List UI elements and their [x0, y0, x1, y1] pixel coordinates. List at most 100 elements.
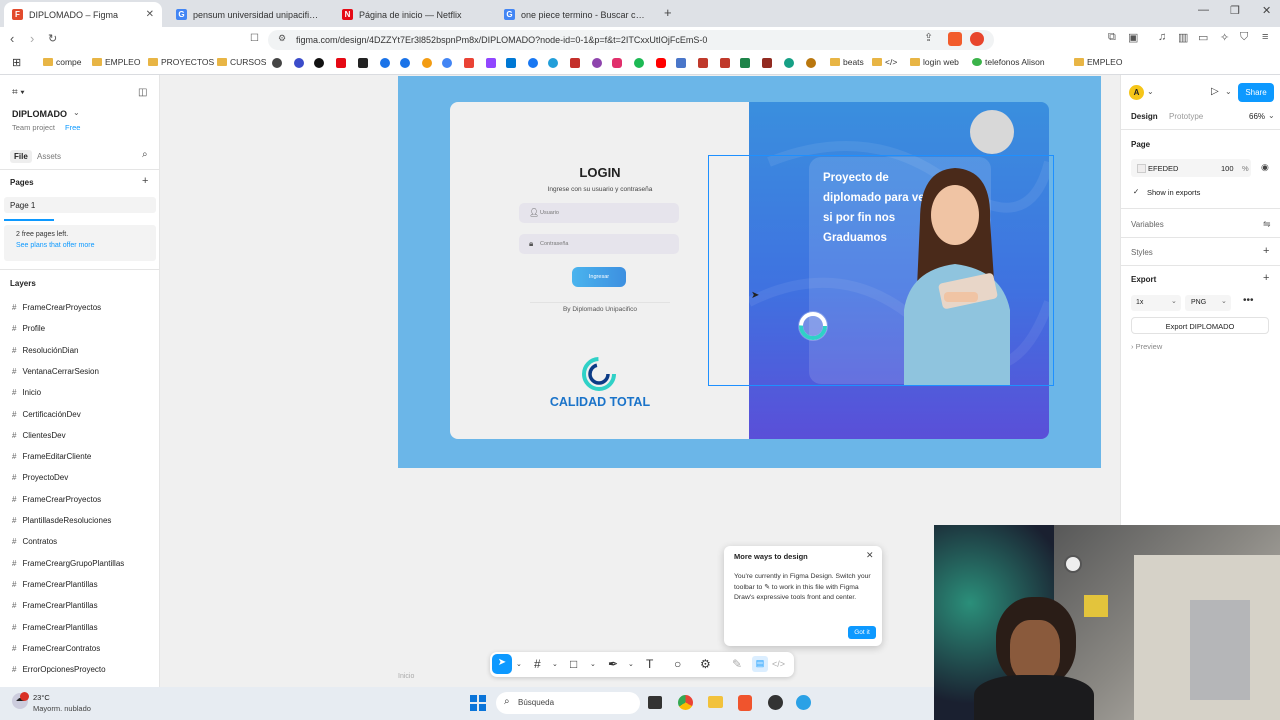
layer-item[interactable]: # Inicio	[12, 388, 41, 397]
export-button[interactable]: Export DIPLOMADO	[1131, 317, 1269, 334]
layer-item[interactable]: # FrameCrearPlantillas	[12, 580, 98, 589]
chevron-down-icon[interactable]: ⌄	[73, 108, 80, 117]
taskbar-search[interactable]: ⌕ Búsqueda	[496, 692, 640, 714]
bookmark-login-web[interactable]: login web	[910, 57, 959, 67]
frame-tool-icon[interactable]: #	[534, 657, 541, 671]
netflix-icon[interactable]	[336, 58, 346, 68]
site-icon[interactable]	[698, 58, 708, 68]
menu-icon[interactable]: ≡	[1262, 31, 1268, 43]
tab-google-onepiece[interactable]: G one piece termino - Buscar con Goo	[496, 2, 656, 27]
bookmark-compe[interactable]: compe	[43, 57, 82, 67]
site-icon[interactable]	[272, 58, 282, 68]
chevron-down-icon[interactable]: ⌄	[628, 660, 634, 668]
toggle-panel-icon[interactable]: ◫	[138, 87, 147, 98]
music-icon[interactable]: ♫	[1158, 31, 1166, 43]
move-tool-icon[interactable]: ➤	[492, 654, 512, 674]
close-icon[interactable]: ✕	[866, 550, 874, 561]
design-mode-icon[interactable]: ▤	[752, 656, 768, 672]
layer-item[interactable]: # FrameCreargGrupoPlantillas	[12, 559, 124, 568]
chevron-down-icon[interactable]: ⌄	[552, 660, 558, 668]
brave-shield-icon[interactable]	[948, 32, 962, 46]
export-format-select[interactable]: PNG ⌄	[1185, 295, 1231, 311]
wallet-icon[interactable]: ▭	[1198, 31, 1208, 44]
layer-item[interactable]: # PlantillasdeResoluciones	[12, 516, 111, 525]
password-input[interactable]: 🔒︎ Contraseña	[519, 234, 679, 254]
site-icon[interactable]	[676, 58, 686, 68]
bookmark-icon[interactable]: ☐	[250, 33, 259, 44]
bookmark-code[interactable]: </>	[872, 57, 897, 67]
task-view-icon[interactable]	[648, 696, 662, 709]
layer-item[interactable]: # FrameCrearContratos	[12, 644, 100, 653]
layer-item[interactable]: # VentanaCerrarSesion	[12, 367, 99, 376]
site-icon[interactable]	[806, 58, 816, 68]
bookmark-telefonos[interactable]: telefonos Alison	[972, 57, 1045, 67]
site-icon[interactable]	[592, 58, 602, 68]
site-icon[interactable]	[358, 58, 368, 68]
twitch-icon[interactable]	[486, 58, 496, 68]
dev-mode-icon[interactable]: </>	[772, 659, 785, 669]
draw-mode-icon[interactable]: ✎	[732, 657, 742, 671]
comment-tool-icon[interactable]: ○	[674, 657, 681, 671]
share-button[interactable]: Share	[1238, 83, 1274, 102]
zoom-level[interactable]: 66%	[1249, 112, 1265, 121]
app-icon[interactable]	[768, 695, 783, 710]
layer-item[interactable]: # FrameCrearPlantillas	[12, 601, 98, 610]
actions-tool-icon[interactable]: ⚙	[700, 657, 711, 671]
variables-icon[interactable]: ⇋	[1263, 219, 1271, 230]
page-color-field[interactable]: EFEDED 100 %	[1131, 159, 1251, 177]
layer-item[interactable]: # FrameCrearPlantillas	[12, 623, 98, 632]
eye-icon[interactable]: ◉	[1261, 162, 1269, 173]
facebook-icon[interactable]	[528, 58, 538, 68]
tab-design[interactable]: Design	[1131, 112, 1158, 121]
share-page-icon[interactable]: ⇪	[924, 31, 933, 44]
screenshot-icon[interactable]: ▣	[1128, 31, 1138, 44]
variables-title[interactable]: Variables	[1131, 220, 1164, 229]
layer-item[interactable]: # ErrorOpcionesProyecto	[12, 665, 106, 674]
minimize-icon[interactable]: —	[1198, 4, 1209, 16]
layer-item[interactable]: # FrameEditarCliente	[12, 452, 91, 461]
layer-item[interactable]: # CertificaciónDev	[12, 410, 81, 419]
site-info-icon[interactable]: ⚙	[278, 33, 286, 44]
telegram-icon[interactable]	[548, 58, 558, 68]
search-icon[interactable]: ⌕	[142, 149, 148, 160]
outlook-icon[interactable]	[506, 58, 516, 68]
add-export-icon[interactable]: +	[1263, 272, 1269, 284]
site-icon[interactable]	[380, 58, 390, 68]
app-icon[interactable]	[796, 695, 811, 710]
pen-tool-icon[interactable]: ✒	[608, 657, 618, 671]
vpn-icon[interactable]: ⛉	[1240, 31, 1248, 44]
extensions-icon[interactable]: ⧉	[1108, 31, 1116, 44]
address-bar[interactable]: figma.com/design/4DZZYt7Er3l852bspnPm8x/…	[268, 30, 994, 50]
bookmark-empleo[interactable]: EMPLEO	[92, 57, 140, 67]
brave-icon[interactable]	[738, 695, 752, 711]
site-icon[interactable]	[294, 58, 304, 68]
windows-start-icon[interactable]	[470, 695, 486, 711]
site-icon[interactable]	[720, 58, 730, 68]
tab-netflix[interactable]: N Página de inicio — Netflix	[334, 2, 494, 27]
file-name[interactable]: DIPLOMADO	[12, 109, 67, 119]
shape-tool-icon[interactable]: □	[570, 657, 577, 671]
brave-rewards-icon[interactable]	[970, 32, 984, 46]
layer-item[interactable]: # ResoluciónDian	[12, 346, 78, 355]
reload-icon[interactable]: ↻	[48, 32, 57, 45]
site-icon[interactable]	[422, 58, 432, 68]
spotify-icon[interactable]	[634, 58, 644, 68]
selection-box[interactable]	[708, 155, 1054, 386]
layer-item[interactable]: # Contratos	[12, 537, 57, 546]
gmail-icon[interactable]	[464, 58, 474, 68]
text-tool-icon[interactable]: T	[646, 657, 653, 671]
plan-badge[interactable]: Free	[65, 123, 80, 132]
tab-figma[interactable]: F DIPLOMADO – Figma ✕	[4, 2, 162, 27]
bookmark-cursos[interactable]: CURSOS	[217, 57, 266, 67]
preview-toggle[interactable]: › Preview	[1131, 342, 1162, 351]
styles-title[interactable]: Styles	[1131, 248, 1153, 257]
layer-item[interactable]: # ClientesDev	[12, 431, 66, 440]
more-options-icon[interactable]: •••	[1243, 295, 1254, 306]
tab-file[interactable]: File	[10, 150, 32, 163]
login-button[interactable]: Ingresar	[572, 267, 626, 287]
instagram-icon[interactable]	[612, 58, 622, 68]
chevron-down-icon[interactable]: ⌄	[590, 660, 596, 668]
site-icon[interactable]	[784, 58, 794, 68]
youtube-icon[interactable]	[656, 58, 666, 68]
figma-menu-icon[interactable]: ⌗ ▾	[12, 87, 25, 98]
